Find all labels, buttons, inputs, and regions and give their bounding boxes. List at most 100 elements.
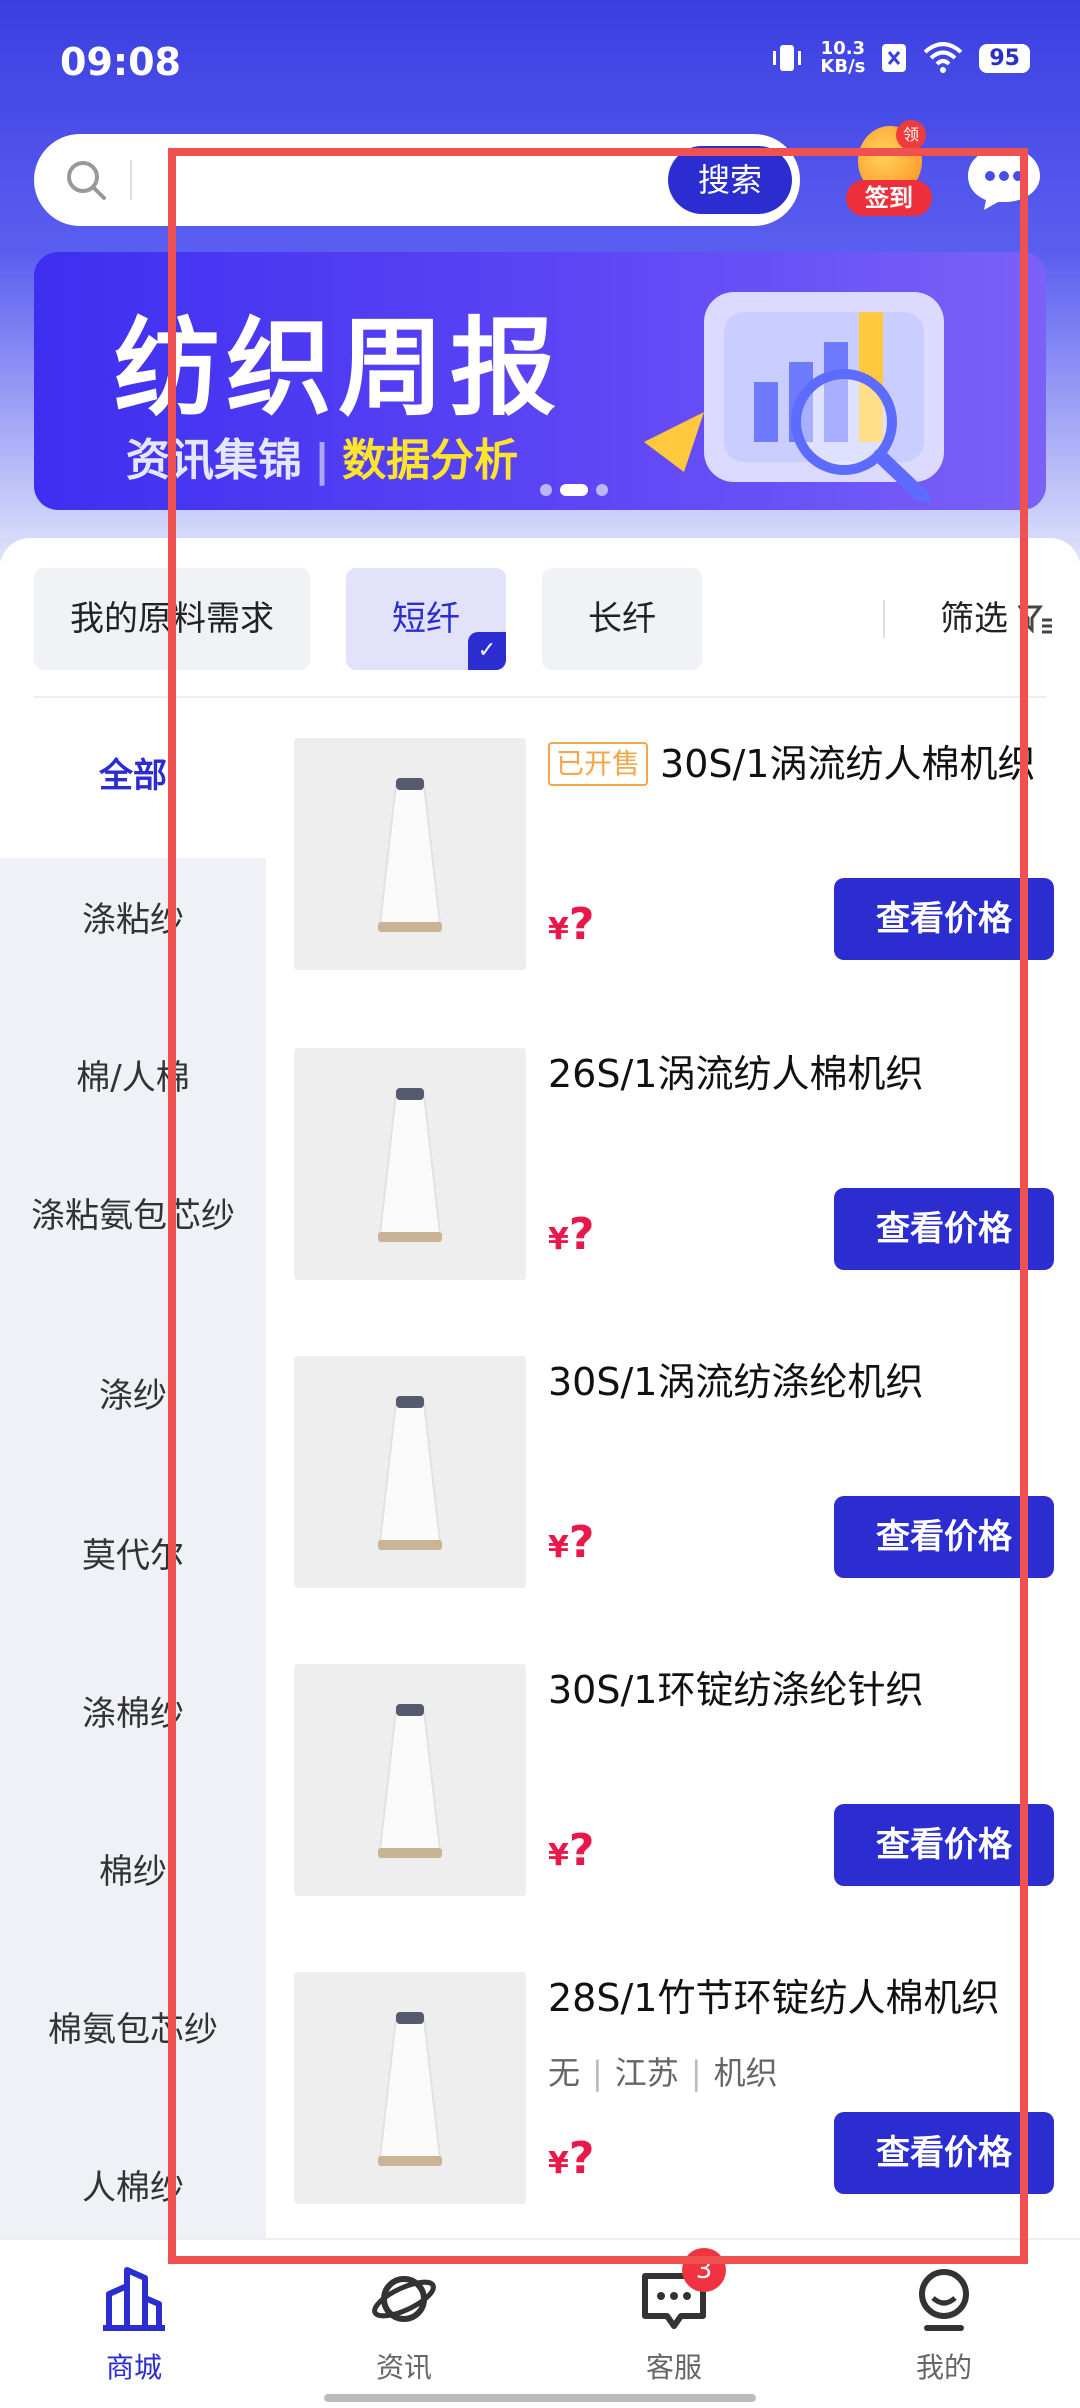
product-card[interactable]: 28S/1竹节环锭纺人棉机织 无 | 江苏 | 机织 ¥? 查看价格 <box>294 1972 1054 2204</box>
signin-label: 签到 <box>846 180 932 216</box>
price-value: ? <box>568 2133 595 2184</box>
checkmark-icon: ✓ <box>468 632 506 670</box>
price-symbol: ¥ <box>548 1222 569 1257</box>
tab-label: 商城 <box>105 2351 162 2384</box>
sidebar-item-all[interactable]: 全部 <box>0 698 266 858</box>
product-price: ¥? <box>548 2133 594 2184</box>
product-card[interactable]: 30S/1涡流纺涤纶机织 ¥? 查看价格 <box>294 1356 1054 1588</box>
status-time: 09:08 <box>60 40 181 84</box>
search-button[interactable]: 搜索 <box>667 146 792 214</box>
sidebar-item-polyester-cotton[interactable]: 涤棉纱 <box>0 1692 266 1736</box>
tab-label: 我的 <box>915 2351 972 2384</box>
bar-chart-illustration-icon <box>644 292 944 502</box>
yarn-cone-image <box>294 1664 526 1896</box>
tab-mall[interactable]: 商城 <box>54 2264 214 2386</box>
status-icons: 10.3 KB/s 95 <box>770 40 1030 76</box>
network-speed: 10.3 KB/s <box>820 40 865 76</box>
product-title: 28S/1竹节环锭纺人棉机织 <box>548 1976 1000 2020</box>
filter-icon <box>1018 605 1052 634</box>
product-title: 26S/1涡流纺人棉机织 <box>548 1052 924 1096</box>
view-price-button[interactable]: 查看价格 <box>834 2112 1054 2194</box>
price-symbol: ¥ <box>548 1530 569 1565</box>
banner-subtitle-separator: | <box>314 435 331 486</box>
sidebar-item-rayon-yarn[interactable]: 人棉纱 <box>0 2166 266 2210</box>
signin-badge: 领 <box>896 120 926 150</box>
message-icon[interactable] <box>964 144 1044 214</box>
product-card[interactable]: 30S/1环锭纺涤纶针织 ¥? 查看价格 <box>294 1664 1054 1896</box>
product-title: 30S/1环锭纺涤纶针织 <box>548 1668 924 1712</box>
search-row: 搜索 领 签到 <box>34 120 1054 226</box>
profile-icon <box>919 2269 969 2331</box>
view-price-button[interactable]: 查看价格 <box>834 878 1054 960</box>
home-indicator[interactable] <box>324 2394 756 2402</box>
view-price-button[interactable]: 查看价格 <box>834 1804 1054 1886</box>
price-value: ? <box>568 1517 595 1568</box>
product-meta: 无 | 江苏 | 机织 <box>548 2048 778 2094</box>
filter-divider <box>883 600 885 638</box>
price-symbol: ¥ <box>548 2146 569 2181</box>
product-card[interactable]: 26S/1涡流纺人棉机织 ¥? 查看价格 <box>294 1048 1054 1280</box>
filter-label: 筛选 <box>940 599 1008 639</box>
category-sidebar: 全部 涤粘纱 棉/人棉 涤粘氨包芯纱 涤纱 莫代尔 涤棉纱 棉纱 棉氨包芯纱 人… <box>0 698 266 2238</box>
view-price-button[interactable]: 查看价格 <box>834 1188 1054 1270</box>
unread-badge: 3 <box>682 2248 726 2292</box>
chip-short-fiber[interactable]: 短纤 ✓ <box>346 568 506 670</box>
product-card[interactable]: 已开售 30S/1涡流纺人棉机织 ¥? 查看价格 <box>294 738 1054 970</box>
status-bar: 09:08 10.3 KB/s 95 <box>0 0 1080 120</box>
tab-label: 客服 <box>645 2351 702 2384</box>
filter-button[interactable]: 筛选 <box>914 568 1054 670</box>
chip-label: 短纤 <box>392 599 460 639</box>
chip-my-material-demand[interactable]: 我的原料需求 <box>34 568 310 670</box>
banner-dot <box>540 484 552 496</box>
meta-separator: | <box>690 2054 702 2092</box>
yarn-cone-image <box>294 1356 526 1588</box>
banner-subtitle-left: 资讯集锦 <box>126 435 302 486</box>
price-value: ? <box>568 1209 595 1260</box>
wifi-icon <box>924 42 963 73</box>
tab-profile[interactable]: 我的 <box>864 2264 1024 2386</box>
chip-label: 我的原料需求 <box>70 599 274 639</box>
yarn-cone-image <box>294 738 526 970</box>
sidebar-item-cotton-rayon[interactable]: 棉/人棉 <box>0 1056 266 1100</box>
sidebar-item-cotton-spandex-core[interactable]: 棉氨包芯纱 <box>0 2008 266 2052</box>
bottom-navigation: 商城 资讯 3 客服 我的 <box>0 2238 1080 2408</box>
search-input[interactable]: 搜索 <box>34 134 800 226</box>
product-price: ¥? <box>548 1517 594 1568</box>
battery-indicator: 95 <box>979 43 1030 73</box>
meta-usage: 机织 <box>713 2054 778 2092</box>
product-title-text: 30S/1涡流纺人棉机织 <box>660 742 1036 786</box>
sidebar-item-polyester-viscose[interactable]: 涤粘纱 <box>0 898 266 942</box>
product-title: 已开售 30S/1涡流纺人棉机织 <box>548 738 1058 790</box>
tab-news[interactable]: 资讯 <box>324 2264 484 2386</box>
vibrate-icon <box>773 45 802 71</box>
building-icon <box>103 2267 165 2331</box>
main-panel: 我的原料需求 短纤 ✓ 长纤 筛选 全部 涤粘纱 棉/人棉 涤粘氨包芯纱 涤纱 … <box>0 538 1080 2238</box>
meta-separator: | <box>592 2054 603 2092</box>
banner-subtitle-right: 数据分析 <box>342 435 519 486</box>
meta-brand: 无 <box>548 2054 581 2092</box>
sidebar-item-polyester-yarn[interactable]: 涤纱 <box>0 1374 266 1418</box>
yarn-cone-image <box>294 1972 526 2204</box>
banner-title: 纺织周报 <box>114 307 562 430</box>
sidebar-item-polyester-viscose-spandex-core[interactable]: 涤粘氨包芯纱 <box>0 1194 266 1238</box>
chip-label: 长纤 <box>588 599 656 639</box>
network-speed-unit: KB/s <box>820 56 866 77</box>
sidebar-item-cotton-yarn[interactable]: 棉纱 <box>0 1850 266 1894</box>
search-divider <box>130 160 132 200</box>
banner-dot <box>596 484 608 496</box>
product-price: ¥? <box>548 1825 594 1876</box>
product-price: ¥? <box>548 1209 594 1260</box>
signin-button[interactable]: 领 签到 <box>846 120 932 226</box>
yarn-cone-image <box>294 1048 526 1280</box>
sidebar-item-modal[interactable]: 莫代尔 <box>0 1534 266 1578</box>
price-value: ? <box>568 899 595 950</box>
meta-region: 江苏 <box>614 2054 679 2092</box>
price-symbol: ¥ <box>548 912 569 947</box>
banner-pagination <box>540 484 608 496</box>
promo-banner[interactable]: 纺织周报 资讯集锦 | 数据分析 <box>34 252 1046 510</box>
tab-customer-service[interactable]: 3 客服 <box>594 2248 754 2386</box>
banner-subtitle: 资讯集锦 | 数据分析 <box>126 424 518 488</box>
chip-long-fiber[interactable]: 长纤 <box>542 568 702 670</box>
view-price-button[interactable]: 查看价格 <box>834 1496 1054 1578</box>
on-sale-tag: 已开售 <box>548 742 649 786</box>
